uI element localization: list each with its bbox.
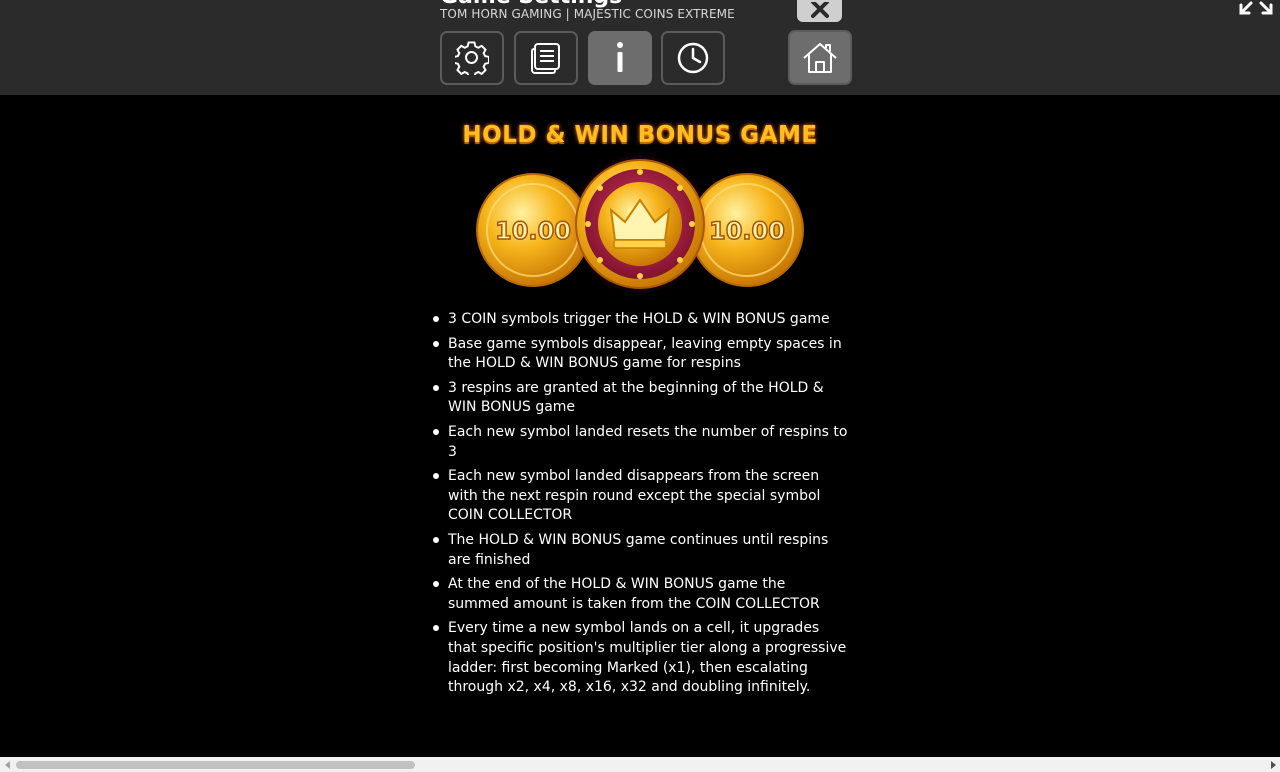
gear-icon [455, 41, 489, 75]
paytable-icon [531, 43, 560, 74]
arrow-left-icon [4, 760, 10, 769]
horizontal-scrollbar[interactable] [0, 757, 1280, 772]
list-item: Each new symbol landed disappears from t… [430, 467, 850, 526]
fullscreen-button[interactable] [1238, 0, 1274, 16]
tab-settings[interactable] [440, 31, 504, 85]
coin-right-value: 10.00 [709, 217, 785, 245]
home-button[interactable] [788, 30, 852, 85]
expand-icon [1239, 1, 1273, 15]
list-item: Base game symbols disappear, leaving emp… [430, 335, 850, 374]
coin-left-value: 10.00 [495, 217, 571, 245]
list-item: The HOLD & WIN BONUS game continues unti… [430, 531, 850, 570]
scroll-right-button[interactable] [1265, 757, 1280, 772]
close-icon [810, 2, 829, 18]
close-button[interactable] [797, 0, 842, 22]
info-icon [617, 42, 623, 72]
scroll-left-button[interactable] [0, 757, 15, 772]
list-item: Each new symbol landed resets the number… [430, 423, 850, 462]
crown-coin [570, 154, 710, 294]
list-item: Every time a new symbol lands on a cell,… [430, 619, 850, 697]
clock-icon [677, 42, 709, 74]
rules-list: 3 COIN symbols trigger the HOLD & WIN BO… [430, 310, 850, 703]
tab-info[interactable] [588, 31, 652, 85]
tab-history[interactable] [661, 31, 725, 85]
scrollbar-thumb[interactable] [16, 761, 415, 769]
section-heading: HOLD & WIN BONUS GAME [462, 122, 818, 148]
list-item: 3 respins are granted at the beginning o… [430, 379, 850, 418]
list-item: 3 COIN symbols trigger the HOLD & WIN BO… [430, 310, 850, 330]
tab-paytable[interactable] [514, 31, 578, 85]
info-content: HOLD & WIN BONUS GAME 10.00 10.00 3 COIN… [430, 95, 850, 757]
home-icon [803, 42, 837, 73]
arrow-right-icon [1270, 760, 1276, 769]
settings-header: Game Settings TOM HORN GAMING | MAJESTIC… [0, 0, 1280, 95]
bonus-coins-illustration: 10.00 10.00 [476, 154, 804, 294]
game-subtitle: TOM HORN GAMING | MAJESTIC COINS EXTREME [440, 7, 735, 21]
list-item: At the end of the HOLD & WIN BONUS game … [430, 575, 850, 614]
